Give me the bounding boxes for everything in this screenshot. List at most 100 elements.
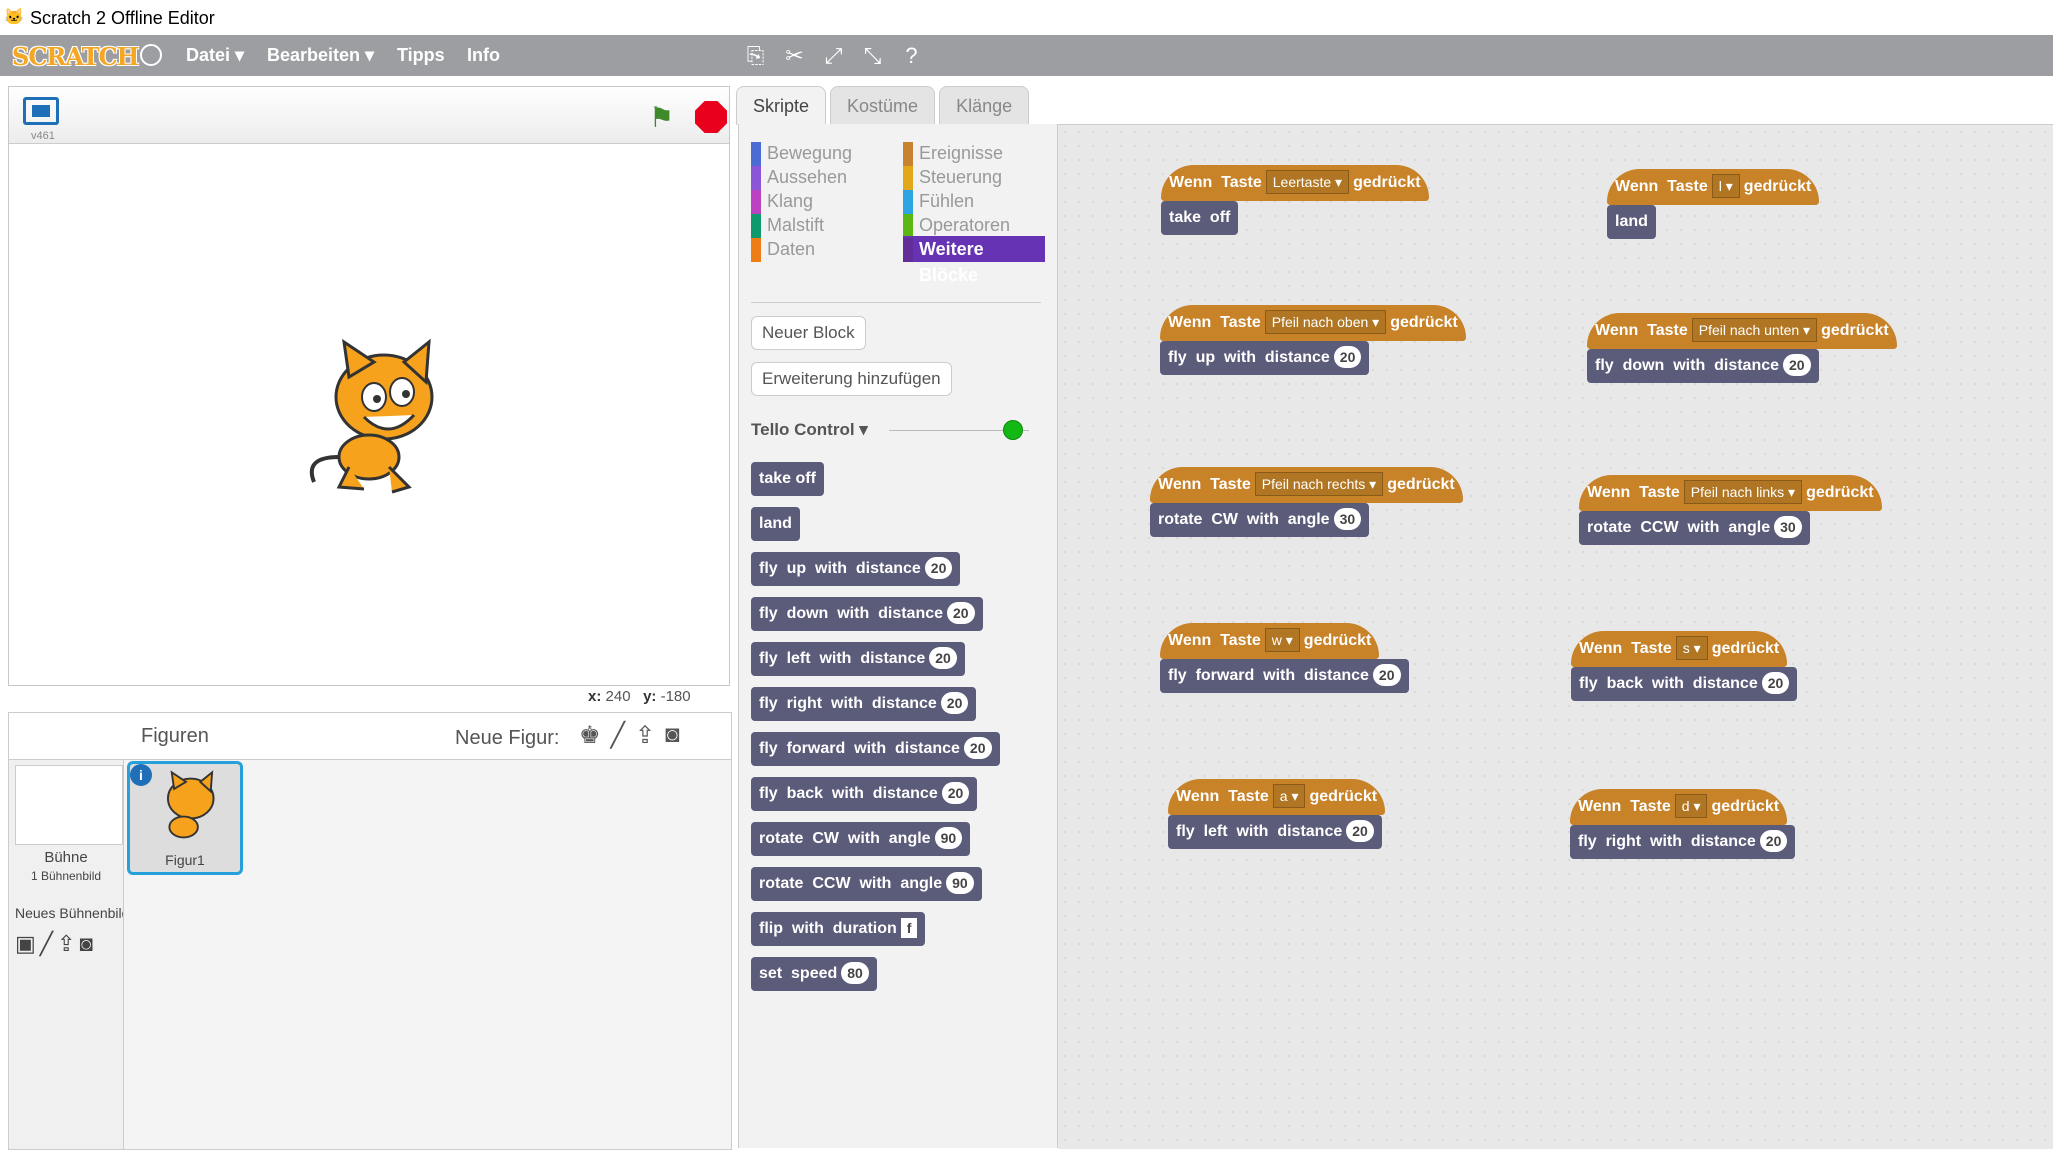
when-key-pressed-hat[interactable]: Wenn Taste Pfeil nach rechts ▾ gedrückt bbox=[1150, 467, 1463, 503]
when-key-pressed-hat[interactable]: Wenn Taste l ▾ gedrückt bbox=[1607, 169, 1820, 205]
menu-datei[interactable]: Datei ▾ bbox=[186, 45, 244, 66]
duplicate-icon[interactable]: ⎘ bbox=[742, 42, 769, 69]
block-input[interactable]: 30 bbox=[1333, 508, 1362, 530]
palette-block[interactable]: fly right with distance 20 bbox=[751, 687, 977, 721]
when-key-pressed-hat[interactable]: Wenn Taste Pfeil nach links ▾ gedrückt bbox=[1579, 475, 1882, 511]
sprite-cat[interactable] bbox=[294, 337, 454, 497]
category-weitere-blöcke[interactable]: Weitere Blöcke bbox=[903, 236, 1045, 285]
block-input[interactable]: 20 bbox=[947, 602, 975, 624]
palette-block[interactable]: rotate CCW with angle 90 bbox=[751, 867, 982, 901]
fullscreen-icon[interactable] bbox=[23, 97, 59, 125]
category-daten[interactable]: Daten bbox=[751, 236, 815, 262]
menu-info[interactable]: Info bbox=[467, 45, 500, 66]
when-key-pressed-hat[interactable]: Wenn Taste Pfeil nach unten ▾ gedrückt bbox=[1587, 313, 1897, 349]
category-malstift[interactable]: Malstift bbox=[751, 212, 824, 238]
command-block[interactable]: fly forward with distance 20 bbox=[1160, 659, 1409, 693]
shrink-icon[interactable]: ⤡ bbox=[859, 42, 886, 69]
when-key-pressed-hat[interactable]: Wenn Taste a ▾ gedrückt bbox=[1168, 779, 1386, 815]
palette-block[interactable]: flip with duration f bbox=[751, 912, 926, 946]
stage-thumbnail[interactable] bbox=[15, 765, 123, 845]
block-input[interactable]: 90 bbox=[934, 827, 963, 849]
palette-block[interactable]: fly left with distance 20 bbox=[751, 642, 965, 676]
command-block[interactable]: fly back with distance 20 bbox=[1571, 667, 1798, 701]
key-dropdown[interactable]: Pfeil nach rechts ▾ bbox=[1254, 472, 1384, 496]
category-operatoren[interactable]: Operatoren bbox=[903, 212, 1010, 238]
command-block[interactable]: rotate CCW with angle 30 bbox=[1579, 511, 1810, 545]
block-input[interactable]: 20 bbox=[929, 647, 957, 669]
key-dropdown[interactable]: s ▾ bbox=[1675, 636, 1708, 660]
menu-bearbeiten[interactable]: Bearbeiten ▾ bbox=[267, 45, 374, 66]
sprite-library-icon[interactable]: ♚ bbox=[579, 721, 601, 750]
command-block[interactable]: fly down with distance 20 bbox=[1587, 349, 1819, 383]
key-dropdown[interactable]: Leertaste ▾ bbox=[1265, 170, 1350, 194]
camera-backdrop-icon[interactable]: ◙ bbox=[79, 931, 92, 957]
scripts-area[interactable]: Wenn Taste Leertaste ▾ gedrückt take off Wen… bbox=[1058, 124, 2053, 1149]
key-dropdown[interactable]: Pfeil nach unten ▾ bbox=[1691, 318, 1818, 342]
when-key-pressed-hat[interactable]: Wenn Taste Leertaste ▾ gedrückt bbox=[1161, 165, 1429, 201]
paint-backdrop-icon[interactable]: ╱ bbox=[40, 931, 53, 957]
block-input[interactable]: 20 bbox=[1759, 830, 1788, 852]
command-block[interactable]: land bbox=[1607, 205, 1656, 239]
tab-sounds[interactable]: Klänge bbox=[939, 86, 1030, 125]
block-input[interactable]: 20 bbox=[1761, 672, 1790, 694]
upload-backdrop-icon[interactable]: ⇪ bbox=[57, 931, 75, 957]
key-dropdown[interactable]: l ▾ bbox=[1711, 174, 1740, 198]
when-key-pressed-hat[interactable]: Wenn Taste d ▾ gedrückt bbox=[1570, 789, 1788, 825]
command-block[interactable]: rotate CW with angle 30 bbox=[1150, 503, 1370, 537]
paint-sprite-icon[interactable]: ╱ bbox=[611, 721, 625, 750]
command-block[interactable]: fly right with distance 20 bbox=[1570, 825, 1796, 859]
command-block[interactable]: fly left with distance 20 bbox=[1168, 815, 1382, 849]
key-dropdown[interactable]: Pfeil nach oben ▾ bbox=[1264, 310, 1387, 334]
category-ereignisse[interactable]: Ereignisse bbox=[903, 140, 1003, 166]
key-dropdown[interactable]: Pfeil nach links ▾ bbox=[1683, 480, 1803, 504]
palette-block[interactable]: fly forward with distance 20 bbox=[751, 732, 1000, 766]
when-key-pressed-hat[interactable]: Wenn Taste Pfeil nach oben ▾ gedrückt bbox=[1160, 305, 1466, 341]
sprite-thumbnail[interactable]: i Figur1 bbox=[127, 761, 243, 875]
block-input[interactable]: 20 bbox=[1783, 354, 1811, 376]
block-input[interactable]: 30 bbox=[1774, 516, 1802, 538]
block-input[interactable]: 20 bbox=[940, 692, 969, 714]
scratch-logo[interactable]: SCRATCH bbox=[12, 42, 139, 71]
key-dropdown[interactable]: w ▾ bbox=[1264, 628, 1300, 652]
command-block[interactable]: take off bbox=[1161, 201, 1239, 235]
extension-title[interactable]: Tello Control ▾ bbox=[751, 420, 868, 440]
palette-block[interactable]: rotate CW with angle 90 bbox=[751, 822, 971, 856]
backdrop-library-icon[interactable]: ▣ bbox=[15, 931, 36, 957]
help-icon[interactable]: ? bbox=[898, 42, 925, 69]
block-input[interactable]: f bbox=[900, 918, 918, 938]
grow-icon[interactable]: ⤢ bbox=[820, 42, 847, 69]
block-input[interactable]: 80 bbox=[841, 962, 869, 984]
new-block-button[interactable]: Neuer Block bbox=[751, 316, 866, 350]
key-dropdown[interactable]: d ▾ bbox=[1674, 794, 1708, 818]
block-input[interactable]: 20 bbox=[963, 737, 992, 759]
block-input[interactable]: 20 bbox=[924, 557, 953, 579]
key-dropdown[interactable]: a ▾ bbox=[1272, 784, 1306, 808]
palette-block[interactable]: take off bbox=[751, 462, 824, 496]
palette-block[interactable]: fly down with distance 20 bbox=[751, 597, 983, 631]
category-aussehen[interactable]: Aussehen bbox=[751, 164, 847, 190]
when-key-pressed-hat[interactable]: Wenn Taste s ▾ gedrückt bbox=[1571, 631, 1788, 667]
when-key-pressed-hat[interactable]: Wenn Taste w ▾ gedrückt bbox=[1160, 623, 1380, 659]
stop-icon[interactable] bbox=[695, 101, 727, 133]
tab-scripts[interactable]: Skripte bbox=[736, 86, 827, 125]
block-input[interactable]: 90 bbox=[946, 872, 974, 894]
palette-block[interactable]: fly up with distance 20 bbox=[751, 552, 961, 586]
palette-block[interactable]: land bbox=[751, 507, 800, 541]
delete-icon[interactable]: ✂ bbox=[781, 42, 808, 69]
category-bewegung[interactable]: Bewegung bbox=[751, 140, 852, 166]
tab-costumes[interactable]: Kostüme bbox=[830, 86, 936, 125]
green-flag-icon[interactable]: ⚑ bbox=[649, 101, 674, 134]
palette-block[interactable]: fly back with distance 20 bbox=[751, 777, 978, 811]
block-input[interactable]: 20 bbox=[941, 782, 970, 804]
category-klang[interactable]: Klang bbox=[751, 188, 813, 214]
block-input[interactable]: 20 bbox=[1346, 820, 1374, 842]
upload-sprite-icon[interactable]: ⇪ bbox=[635, 721, 655, 750]
camera-sprite-icon[interactable]: ◙ bbox=[665, 721, 680, 750]
palette-block[interactable]: set speed 80 bbox=[751, 957, 877, 991]
category-fühlen[interactable]: Fühlen bbox=[903, 188, 974, 214]
language-globe-icon[interactable] bbox=[140, 44, 162, 66]
menu-tipps[interactable]: Tipps bbox=[397, 45, 445, 66]
add-extension-button[interactable]: Erweiterung hinzufügen bbox=[751, 362, 952, 396]
command-block[interactable]: fly up with distance 20 bbox=[1160, 341, 1370, 375]
category-steuerung[interactable]: Steuerung bbox=[903, 164, 1002, 190]
